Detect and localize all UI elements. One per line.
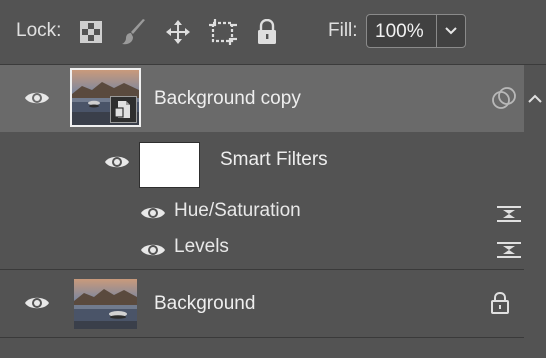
artboard-lock-icon[interactable] xyxy=(208,18,238,46)
fill-divider xyxy=(436,15,437,47)
chevron-down-icon[interactable] xyxy=(443,23,459,39)
lock-icon[interactable] xyxy=(490,291,510,315)
transparency-lock-icon[interactable] xyxy=(80,21,102,43)
filter-name-levels[interactable]: Levels xyxy=(174,236,229,258)
filter-name-hue-saturation[interactable]: Hue/Saturation xyxy=(174,200,301,222)
lock-bar: Lock: Fill: 100% xyxy=(0,0,546,65)
smart-filters-label[interactable]: Smart Filters xyxy=(220,149,328,171)
eye-icon[interactable] xyxy=(104,153,130,171)
fill-value[interactable]: 100% xyxy=(375,21,424,43)
layer-name[interactable]: Background xyxy=(154,293,255,315)
smart-filter-options-icon[interactable] xyxy=(491,86,517,110)
eye-icon[interactable] xyxy=(24,89,50,107)
brush-lock-icon[interactable] xyxy=(121,18,147,46)
fill-opacity-field[interactable]: 100% xyxy=(366,14,466,48)
layer-thumbnail[interactable] xyxy=(74,279,137,329)
smart-filters-group: Smart Filters Hue/Saturation Levels xyxy=(0,132,524,270)
fill-label: Fill: xyxy=(328,20,358,41)
expand-column xyxy=(524,65,546,358)
smart-object-icon xyxy=(114,101,130,118)
lock-label: Lock: xyxy=(16,20,62,41)
eye-icon[interactable] xyxy=(140,204,166,222)
layer-thumbnail[interactable] xyxy=(70,68,141,127)
filter-blending-options-icon[interactable] xyxy=(496,203,522,225)
padlock-icon[interactable] xyxy=(257,19,277,45)
layer-row-background[interactable]: Background xyxy=(0,270,524,338)
filter-blending-options-icon[interactable] xyxy=(496,239,522,261)
eye-icon[interactable] xyxy=(140,241,166,259)
chevron-up-icon[interactable] xyxy=(527,93,543,105)
eye-icon[interactable] xyxy=(24,294,50,312)
smart-object-badge xyxy=(110,96,137,123)
smart-filter-mask-thumbnail[interactable] xyxy=(139,142,200,188)
layer-row-background-copy[interactable]: Background copy xyxy=(0,65,524,132)
layers-panel: Lock: Fill: 100% Background copy Smart F… xyxy=(0,0,546,358)
move-lock-icon[interactable] xyxy=(165,19,191,45)
layer-name[interactable]: Background copy xyxy=(154,88,301,110)
